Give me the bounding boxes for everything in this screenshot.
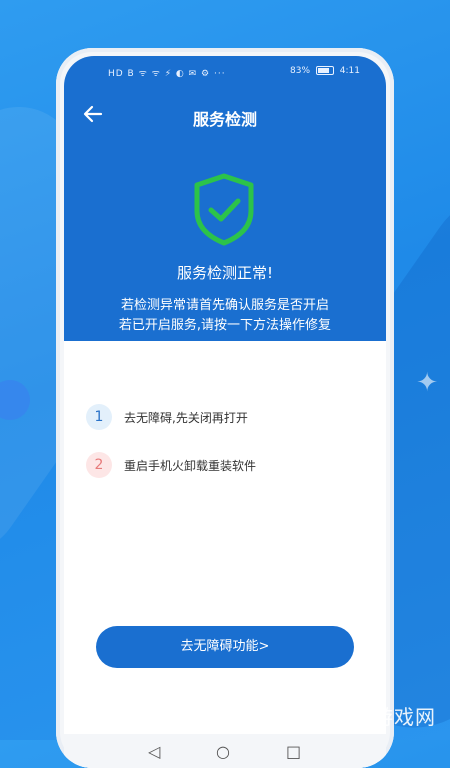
- status-bar: HD B ᯤ ᯤ ⚡ ◐ ✉ ⚙ ··· 83% 4:11: [64, 66, 386, 82]
- phone-frame: HD B ᯤ ᯤ ⚡ ◐ ✉ ⚙ ··· 83% 4:11 服务检测 服务检测正…: [56, 48, 394, 768]
- step-number: 1: [86, 404, 112, 430]
- screen: HD B ᯤ ᯤ ⚡ ◐ ✉ ⚙ ··· 83% 4:11 服务检测 服务检测正…: [64, 56, 386, 768]
- nav-bar: ◁ ○ □: [64, 734, 386, 768]
- header: HD B ᯤ ᯤ ⚡ ◐ ✉ ⚙ ··· 83% 4:11 服务检测 服务检测正…: [64, 56, 386, 341]
- detection-status: 服务检测正常!: [176, 264, 273, 282]
- battery-percent: 83%: [290, 66, 311, 76]
- status-icons: HD B ᯤ ᯤ ⚡ ◐ ✉ ⚙ ···: [108, 69, 226, 79]
- clock: 4:11: [339, 66, 360, 76]
- nav-home-icon[interactable]: ○: [216, 742, 230, 761]
- sparkle-icon: ✦: [416, 368, 438, 398]
- battery-icon: [315, 66, 334, 75]
- hint-line-1: 若检测异常请首先确认服务是否开启: [120, 298, 329, 313]
- shield-check-icon: [189, 171, 259, 247]
- watermark: 周四游戏网: [331, 705, 436, 729]
- hint-line-2: 若已开启服务,请按一下方法操作修复: [118, 318, 332, 333]
- step-label: 去无障碍,先关闭再打开: [124, 411, 248, 425]
- page-title: 服务检测: [192, 110, 257, 129]
- step-label: 重启手机火卸载重装软件: [124, 459, 257, 473]
- nav-back-icon[interactable]: ◁: [148, 742, 160, 761]
- step-number: 2: [86, 452, 112, 478]
- status-right: 83% 4:11: [290, 66, 360, 76]
- nav-recent-icon[interactable]: □: [286, 742, 301, 761]
- accessibility-button[interactable]: 去无障碍功能>: [96, 626, 354, 668]
- hint-text: 若检测异常请首先确认服务是否开启 若已开启服务,请按一下方法操作修复: [64, 296, 386, 336]
